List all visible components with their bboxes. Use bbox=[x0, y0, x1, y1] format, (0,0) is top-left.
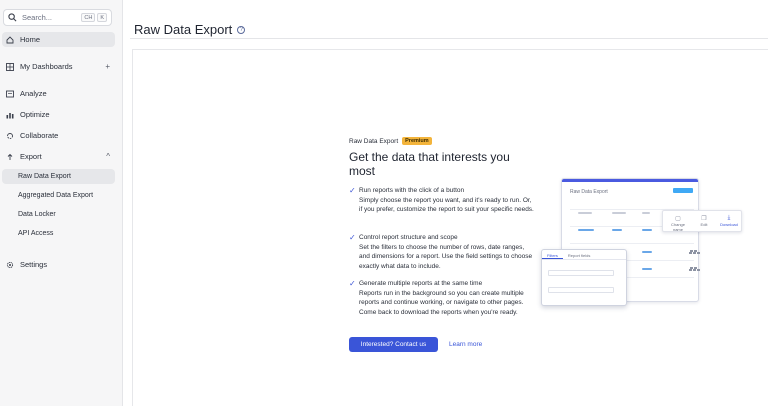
header-divider bbox=[130, 38, 768, 39]
illustration-new-button bbox=[673, 188, 693, 193]
edit-icon: ▢ bbox=[675, 216, 681, 222]
sidebar: Search... CH K Home My Dashboards + Anal… bbox=[0, 0, 123, 406]
promo-headline: Get the data that interests you most bbox=[349, 150, 510, 178]
feature-item: ✓ Run reports with the click of a button… bbox=[349, 186, 534, 215]
sidebar-subitem-api-access[interactable]: API Access bbox=[2, 226, 115, 241]
sidebar-item-export[interactable]: Export ^ bbox=[2, 149, 115, 164]
illustration-menu-item: ▢ Change name bbox=[667, 215, 689, 232]
search-icon bbox=[8, 13, 17, 22]
feature-body: Reports run in the background so you can… bbox=[359, 289, 524, 316]
illustration-menu-label: Edit bbox=[700, 222, 708, 227]
sidebar-subitem-label: Raw Data Export bbox=[18, 173, 71, 180]
contact-us-button[interactable]: Interested? Contact us bbox=[349, 337, 438, 352]
feature-title: Run reports with the click of a button bbox=[359, 187, 465, 194]
sidebar-item-home[interactable]: Home bbox=[2, 32, 115, 47]
sidebar-item-label: Optimize bbox=[20, 110, 50, 119]
illustration-menu-label: Download bbox=[720, 222, 738, 227]
copy-icon: ❐ bbox=[701, 216, 707, 222]
download-icon: ⤓ bbox=[727, 215, 731, 221]
sidebar-item-optimize[interactable]: Optimize bbox=[2, 107, 115, 122]
dashboards-icon bbox=[6, 62, 14, 71]
learn-more-link[interactable]: Learn more bbox=[449, 337, 482, 352]
illustration-menu-label: Change name bbox=[670, 222, 685, 232]
optimize-icon bbox=[6, 111, 14, 119]
page-title: Raw Data Export ? bbox=[134, 22, 246, 37]
illustration-cell bbox=[642, 251, 652, 253]
help-circle-icon[interactable]: ? bbox=[237, 25, 246, 34]
more-icon bbox=[689, 252, 700, 254]
illustration-cell bbox=[642, 229, 652, 231]
illustration-cell bbox=[612, 212, 626, 214]
illustration-cell bbox=[642, 212, 650, 214]
home-icon bbox=[6, 35, 14, 44]
feature-item: ✓ Control report structure and scope Set… bbox=[349, 233, 534, 271]
chevron-up-icon[interactable]: ^ bbox=[106, 152, 110, 161]
shortcut-key: CH bbox=[81, 13, 96, 22]
check-icon: ✓ bbox=[349, 186, 356, 195]
illustration-field bbox=[548, 270, 614, 276]
page-title-text: Raw Data Export bbox=[134, 22, 233, 37]
sidebar-item-label: Home bbox=[20, 35, 41, 44]
illustration-menu-item: ⤓ Download bbox=[718, 215, 740, 227]
sidebar-item-label: Collaborate bbox=[20, 131, 59, 140]
more-icon bbox=[689, 269, 700, 271]
sidebar-subitem-data-locker[interactable]: Data Locker bbox=[2, 207, 115, 222]
illustration-cell bbox=[578, 212, 592, 214]
illustration-cell bbox=[612, 229, 622, 231]
sidebar-subitem-label: Data Locker bbox=[18, 211, 56, 218]
illustration-tab: Filters bbox=[542, 250, 563, 259]
illustration-cell bbox=[642, 268, 652, 270]
illustration-filters-panel: Filters Report fields bbox=[541, 249, 627, 306]
add-dashboard-button[interactable]: + bbox=[105, 62, 110, 71]
export-icon bbox=[6, 153, 14, 161]
illustration-window-title: Raw Data Export bbox=[570, 189, 608, 195]
illustration-context-menu: ▢ Change name ❐ Edit ⤓ Download bbox=[662, 210, 742, 232]
sidebar-subitem-raw-data-export[interactable]: Raw Data Export bbox=[2, 169, 115, 184]
check-icon: ✓ bbox=[349, 279, 356, 288]
feature-title: Control report structure and scope bbox=[359, 234, 458, 241]
sidebar-item-label: Settings bbox=[20, 260, 48, 269]
sidebar-subitem-label: API Access bbox=[18, 230, 54, 237]
feature-title: Generate multiple reports at the same ti… bbox=[359, 280, 483, 287]
gear-icon bbox=[6, 261, 14, 269]
feature-body: Simply choose the report you want, and i… bbox=[359, 196, 534, 214]
search-placeholder: Search... bbox=[22, 13, 53, 22]
sidebar-item-my-dashboards[interactable]: My Dashboards + bbox=[2, 59, 115, 74]
search-input[interactable]: Search... CH K bbox=[3, 9, 112, 26]
illustration-cell bbox=[578, 229, 594, 231]
sidebar-item-label: Analyze bbox=[20, 89, 47, 98]
sidebar-item-label: My Dashboards bbox=[20, 62, 73, 71]
sidebar-subitem-label: Aggregated Data Export bbox=[18, 192, 94, 199]
promo-eyebrow-text: Raw Data Export bbox=[349, 137, 399, 145]
feature-body: Set the filters to choose the number of … bbox=[359, 243, 533, 270]
sidebar-item-analyze[interactable]: Analyze bbox=[2, 86, 115, 101]
sidebar-item-label: Export bbox=[20, 152, 42, 161]
illustration-topbar bbox=[562, 179, 698, 182]
illustration-field bbox=[548, 287, 614, 293]
illustration-tabs: Filters Report fields bbox=[542, 250, 626, 260]
sidebar-subitem-aggregated-data-export[interactable]: Aggregated Data Export bbox=[2, 188, 115, 203]
collaborate-icon bbox=[6, 132, 14, 140]
illustration-menu-item: ❐ Edit bbox=[693, 215, 715, 227]
feature-item: ✓ Generate multiple reports at the same … bbox=[349, 279, 534, 317]
sidebar-item-collaborate[interactable]: Collaborate bbox=[2, 128, 115, 143]
promo-eyebrow: Raw Data Export Premium bbox=[349, 137, 432, 145]
analyze-icon bbox=[6, 90, 14, 98]
illustration-row bbox=[570, 243, 694, 244]
sidebar-item-settings[interactable]: Settings bbox=[2, 257, 115, 272]
illustration-tab: Report fields bbox=[567, 253, 591, 258]
check-icon: ✓ bbox=[349, 233, 356, 242]
premium-badge: Premium bbox=[402, 137, 432, 145]
shortcut-key: K bbox=[97, 13, 107, 22]
